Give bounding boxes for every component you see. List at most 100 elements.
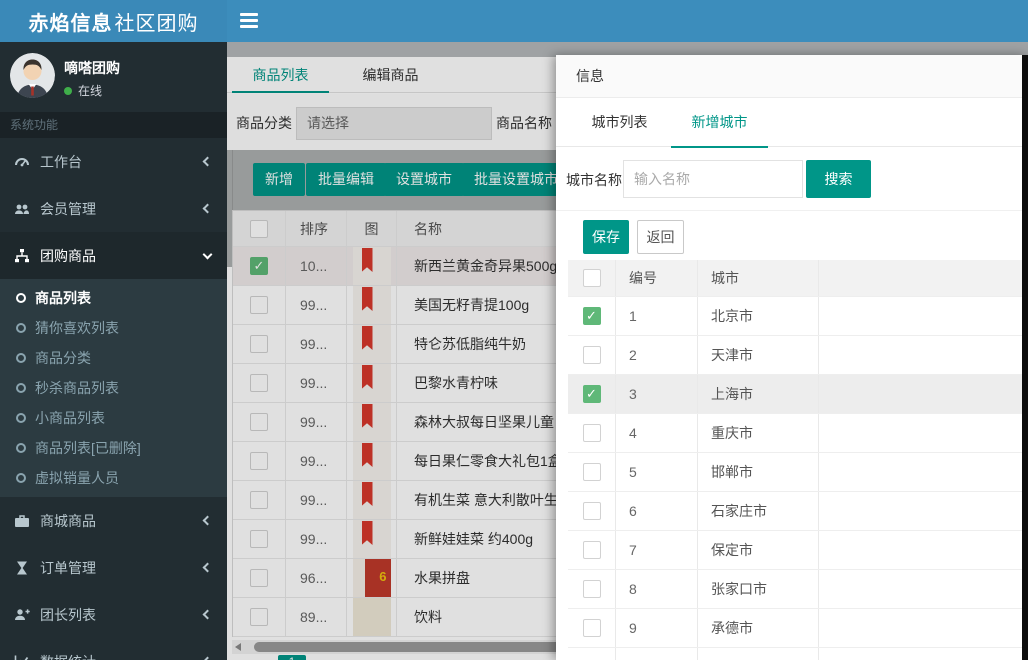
- user-panel: 嘀嗒团购 在线: [0, 42, 227, 112]
- submenu-item-deleted-products[interactable]: 商品列表[已删除]: [0, 433, 227, 463]
- city-row[interactable]: 3 上海市: [568, 375, 1022, 414]
- row-checkbox[interactable]: [250, 374, 268, 392]
- row-checkbox[interactable]: [250, 296, 268, 314]
- submenu-item-virtual-sales[interactable]: 虚拟销量人员: [0, 463, 227, 493]
- chart-line-icon: [14, 655, 29, 660]
- city-row[interactable]: 6 石家庄市: [568, 492, 1022, 531]
- logo-bold-text: 赤焰信息: [28, 12, 113, 35]
- app-window: 赤焰信息 社区团购 嘀嗒团购 在线 系统功能 工作台 会员管理 团购商品 商品列…: [0, 0, 1028, 660]
- sidebar-item-leader-list[interactable]: 团长列表: [0, 591, 227, 638]
- city-name: 重庆市: [698, 414, 819, 452]
- product-thumbnail: [352, 247, 391, 285]
- chevron-down-icon: [202, 249, 213, 260]
- city-row-partial[interactable]: [568, 648, 1022, 660]
- submenu-item-product-list[interactable]: 商品列表: [0, 283, 227, 313]
- sort-value: 96...: [286, 559, 347, 597]
- row-checkbox[interactable]: [582, 385, 601, 403]
- back-button[interactable]: 返回: [637, 220, 684, 254]
- scroll-left-arrow-icon[interactable]: [235, 643, 241, 651]
- row-checkbox[interactable]: [250, 452, 268, 470]
- divider: [556, 210, 1028, 211]
- column-header-id: 编号: [616, 260, 698, 296]
- row-checkbox[interactable]: [582, 307, 601, 325]
- select-all-checkbox[interactable]: [582, 269, 601, 287]
- user-avatar[interactable]: [10, 53, 55, 98]
- save-button[interactable]: 保存: [583, 220, 629, 254]
- tab-edit-product[interactable]: 编辑商品: [342, 57, 439, 93]
- row-checkbox[interactable]: [250, 335, 268, 353]
- row-checkbox[interactable]: [250, 413, 268, 431]
- chevron-left-icon: [202, 656, 213, 660]
- submenu-item-label: 虚拟销量人员: [35, 470, 119, 486]
- row-checkbox[interactable]: [582, 619, 601, 637]
- submenu-item-guess-you-like[interactable]: 猜你喜欢列表: [0, 313, 227, 343]
- product-thumbnail: [352, 325, 391, 363]
- tab-add-city[interactable]: 新增城市: [671, 98, 768, 148]
- sidebar-item-workbench[interactable]: 工作台: [0, 138, 227, 185]
- submenu-item-label: 商品列表: [35, 290, 91, 306]
- city-name: 邯郸市: [698, 453, 819, 491]
- city-id: 1: [616, 297, 698, 335]
- submenu-item-flash-sale-list[interactable]: 秒杀商品列表: [0, 373, 227, 403]
- tab-city-list[interactable]: 城市列表: [571, 98, 668, 147]
- sidebar-item-label: 团长列表: [40, 606, 96, 623]
- category-select[interactable]: 请选择: [296, 107, 492, 140]
- batch-set-city-button[interactable]: 批量设置城市: [462, 163, 570, 196]
- city-name: 承德市: [698, 609, 819, 647]
- sidebar-item-mall-products[interactable]: 商城商品: [0, 497, 227, 544]
- pagination-page-1[interactable]: 1: [278, 655, 306, 660]
- city-row[interactable]: 7 保定市: [568, 531, 1022, 570]
- submenu-item-label: 商品分类: [35, 350, 91, 366]
- category-filter-label: 商品分类: [236, 115, 292, 131]
- sidebar-item-members[interactable]: 会员管理: [0, 185, 227, 232]
- app-logo[interactable]: 赤焰信息 社区团购: [0, 0, 227, 42]
- city-name-input[interactable]: [623, 160, 803, 198]
- right-edge-scrollbar[interactable]: [1022, 55, 1028, 660]
- row-checkbox[interactable]: [250, 530, 268, 548]
- product-thumbnail: [352, 520, 391, 558]
- submenu-item-label: 秒杀商品列表: [35, 380, 119, 396]
- row-checkbox[interactable]: [250, 608, 268, 626]
- chevron-left-icon: [202, 156, 213, 167]
- set-city-button[interactable]: 设置城市: [384, 163, 464, 196]
- sort-value: 99...: [286, 403, 347, 441]
- row-checkbox[interactable]: [582, 580, 601, 598]
- online-status-dot: [64, 87, 72, 95]
- row-checkbox[interactable]: [582, 424, 601, 442]
- sort-value: 99...: [286, 520, 347, 558]
- city-row[interactable]: 9 承德市: [568, 609, 1022, 648]
- sidebar-item-label: 数据统计: [40, 652, 96, 660]
- city-id: 8: [616, 570, 698, 608]
- add-button[interactable]: 新增: [253, 163, 305, 196]
- city-row[interactable]: 8 张家口市: [568, 570, 1022, 609]
- row-checkbox[interactable]: [250, 491, 268, 509]
- sidebar-item-statistics[interactable]: 数据统计: [0, 638, 227, 660]
- tab-product-list[interactable]: 商品列表: [232, 57, 329, 93]
- online-status-label: 在线: [78, 84, 103, 98]
- submenu-item-small-product-list[interactable]: 小商品列表: [0, 403, 227, 433]
- city-row[interactable]: 2 天津市: [568, 336, 1022, 375]
- sidebar-item-groupbuy-products[interactable]: 团购商品: [0, 232, 227, 279]
- search-button[interactable]: 搜索: [806, 160, 871, 198]
- row-checkbox[interactable]: [582, 502, 601, 520]
- city-name: 天津市: [698, 336, 819, 374]
- batch-edit-button[interactable]: 批量编辑: [306, 163, 386, 196]
- row-checkbox[interactable]: [582, 463, 601, 481]
- submenu-item-product-category[interactable]: 商品分类: [0, 343, 227, 373]
- circle-bullet-icon: [16, 383, 26, 393]
- user-status: 在线: [64, 82, 102, 99]
- row-checkbox[interactable]: [582, 541, 601, 559]
- city-row[interactable]: 4 重庆市: [568, 414, 1022, 453]
- hamburger-menu-icon[interactable]: [240, 13, 258, 28]
- row-checkbox[interactable]: [250, 257, 268, 275]
- sidebar-item-orders[interactable]: 订单管理: [0, 544, 227, 591]
- row-checkbox[interactable]: [250, 569, 268, 587]
- city-row[interactable]: 1 北京市: [568, 297, 1022, 336]
- submenu-item-label: 小商品列表: [35, 410, 105, 426]
- select-all-checkbox[interactable]: [250, 219, 268, 238]
- briefcase-icon: [15, 514, 29, 527]
- row-checkbox[interactable]: [582, 346, 601, 364]
- sort-value: 99...: [286, 481, 347, 519]
- city-row[interactable]: 5 邯郸市: [568, 453, 1022, 492]
- users-icon: [15, 204, 29, 214]
